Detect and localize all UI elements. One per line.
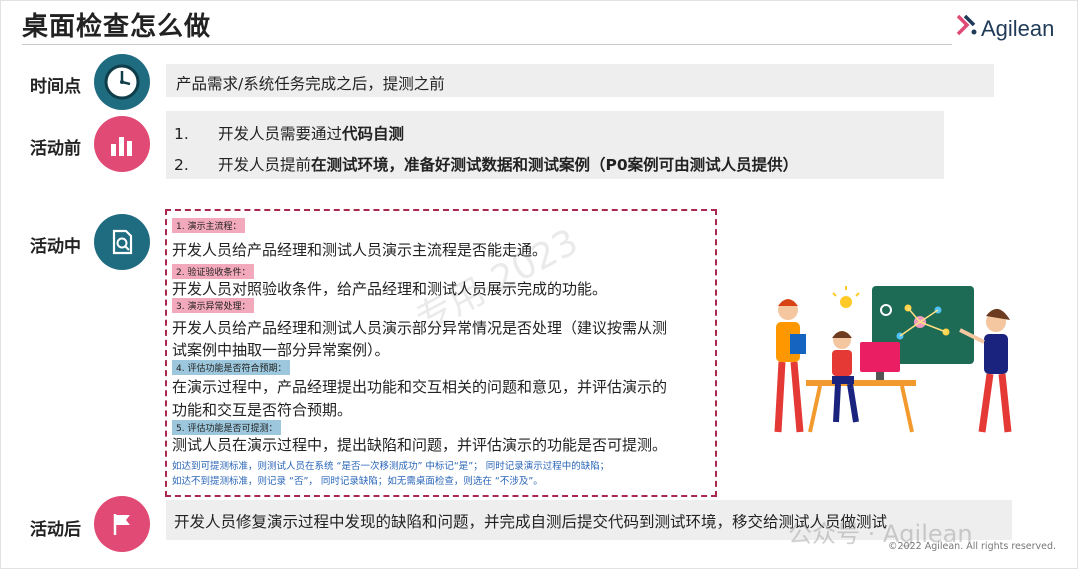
document-search-icon (94, 214, 150, 270)
section-3-line-1: 开发人员给产品经理和测试人员演示部分异常情况是否处理（建议按需从测 (172, 319, 668, 337)
section-tag-1: 1. 演示主流程： (172, 218, 246, 233)
before-item-2-bold: 在测试环境，准备好测试数据和测试案例（P0案例可由测试人员提供） (311, 156, 799, 174)
section-4-line-2: 功能和交互是否符合预期。 (172, 401, 353, 419)
team-collaboration-illustration (774, 286, 1012, 433)
title-divider (22, 44, 952, 45)
before-item-1: 1. 开发人员需要通过代码自测 (174, 122, 404, 144)
section-4-line-1: 在演示过程中，产品经理提出功能和交互相关的问题和意见，并评估演示的 (172, 378, 668, 396)
section-1-line-1: 开发人员给产品经理和测试人员演示主流程是否能走通。 (172, 241, 548, 259)
section-5-line-1: 测试人员在演示过程中，提出缺陷和问题，并评估演示的功能是否可提测。 (172, 436, 668, 454)
copyright: ©2022 Agilean. All rights reserved. (888, 541, 1057, 552)
timepoint-text: 产品需求/系统任务完成之后，提测之前 (176, 75, 445, 93)
logo-mark-icon (956, 14, 977, 36)
section-tag-3: 3. 演示异常处理： (172, 298, 255, 313)
after-text: 开发人员修复演示过程中发现的缺陷和问题，并完成自测后提交代码到测试环境，移交给测… (174, 513, 888, 531)
section-3-line-2: 试案例中抽取一部分异常案例）。 (172, 341, 390, 359)
before-item-1-bold: 代码自测 (342, 125, 405, 143)
before-item-2: 2. 开发人员提前在测试环境，准备好测试数据和测试案例（P0案例可由测试人员提供） (174, 153, 798, 175)
section-2-line-1: 开发人员对照验收条件，给产品经理和测试人员展示完成的功能。 (172, 280, 608, 298)
section-tag-4: 4. 评估功能是否符合预期： (172, 360, 291, 375)
before-item-2-num: 2. (174, 156, 189, 174)
section-tag-5: 5. 评估功能是否可提测： (172, 420, 282, 435)
before-item-1-plain: 开发人员需要通过 (218, 125, 343, 143)
row-label-during: 活动中 (30, 237, 81, 257)
row-label-timepoint: 时间点 (30, 77, 81, 97)
row-label-before: 活动前 (30, 139, 81, 159)
bar-chart-icon (94, 116, 150, 172)
clock-icon (94, 54, 150, 110)
before-item-1-num: 1. (174, 125, 189, 143)
section-tag-2: 2. 验证验收条件： (172, 264, 255, 279)
logo-text: Agilean (981, 16, 1055, 41)
flag-icon (94, 496, 150, 552)
before-item-2-plain: 开发人员提前 (218, 156, 312, 174)
note-line-2: 如达不到提测标准，则记录 “否”， 同时记录缺陷；如无需桌面检查，则选在 “不涉… (172, 476, 543, 487)
note-line-1: 如达到可提测标准，则测试人员在系统 “是否一次移测成功” 中标记“是”； 同时记… (172, 461, 610, 472)
row-label-after: 活动后 (30, 520, 81, 540)
page-title: 桌面检查怎么做 (22, 12, 212, 42)
